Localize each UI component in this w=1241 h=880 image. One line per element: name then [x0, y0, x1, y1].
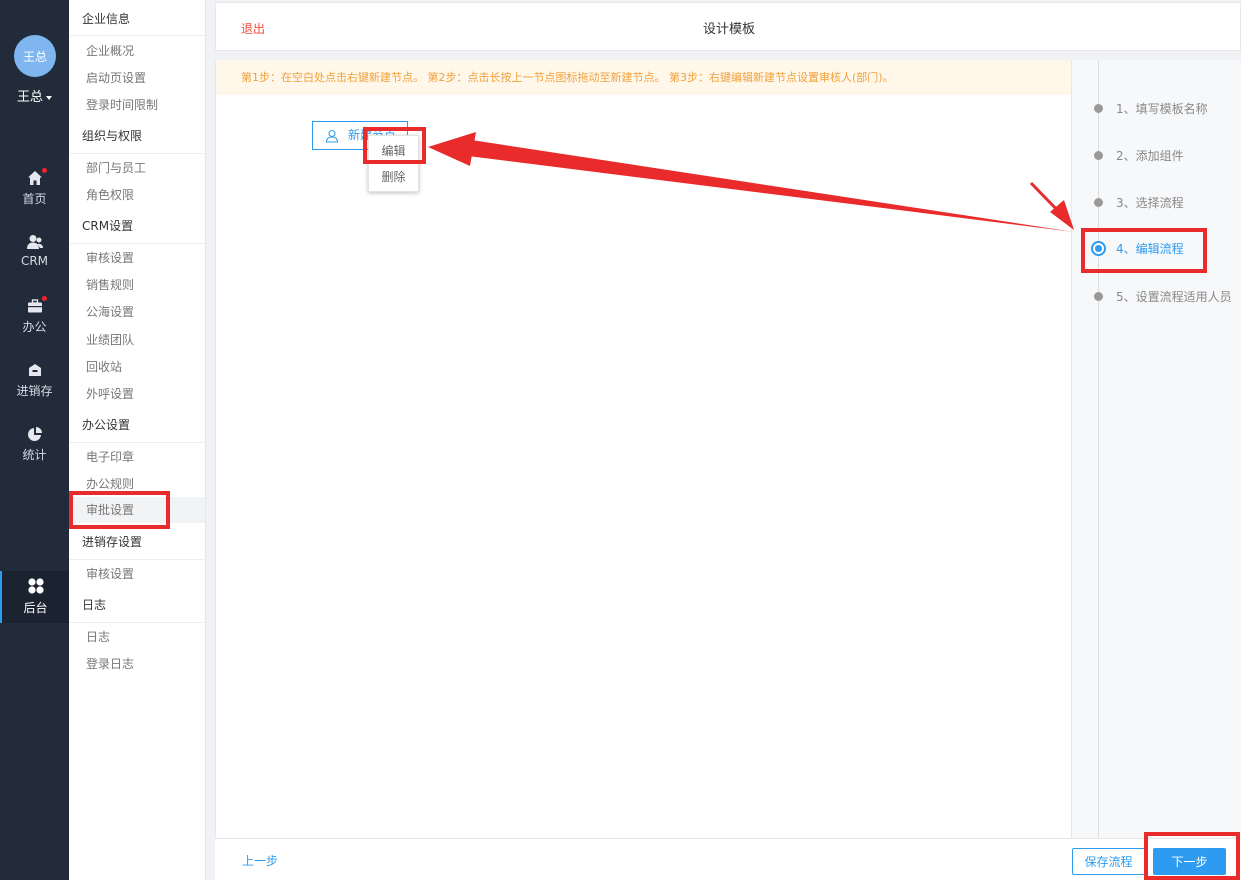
divider [69, 559, 206, 560]
avatar-text: 王总 [22, 49, 47, 64]
divider [69, 442, 206, 443]
nav-label: 办公 [22, 320, 47, 334]
highlight-next-button [1144, 832, 1240, 880]
user-name: 王总 [16, 90, 43, 105]
pie-chart-icon [0, 424, 69, 446]
nav-item-home[interactable]: 首页 [0, 168, 69, 220]
divider [69, 243, 206, 244]
save-flow-button[interactable]: 保存流程 [1072, 848, 1145, 875]
submenu-item[interactable]: 企业概况 [86, 42, 134, 59]
step-item[interactable]: 3、选择流程 [1072, 192, 1241, 212]
nav-item-admin[interactable]: 后台 [0, 571, 69, 623]
highlight-approval-settings [69, 491, 170, 529]
submenu-group-title: 进销存设置 [82, 535, 143, 549]
step-item[interactable]: 1、填写模板名称 [1072, 98, 1241, 118]
designer-header: 退出 设计模板 [215, 2, 1241, 51]
prev-step-link[interactable]: 上一步 [242, 852, 278, 869]
submenu-item[interactable]: 回收站 [86, 358, 122, 375]
submenu-item[interactable]: 登录日志 [86, 655, 134, 672]
submenu-item[interactable]: 登录时间限制 [86, 96, 158, 113]
submenu-item[interactable]: 电子印章 [86, 448, 134, 465]
step-item[interactable]: 2、添加组件 [1072, 145, 1241, 165]
main-nav: 王总 王总 首页 CRM 办公 进销存 统计 后台 [0, 0, 69, 880]
submenu-group-title: 企业信息 [82, 12, 131, 26]
steps-line [1098, 60, 1099, 838]
settings-submenu: 企业信息 企业概况 启动页设置 登录时间限制 组织与权限 部门与员工 角色权限 … [69, 0, 206, 880]
submenu-item[interactable]: 日志 [86, 628, 110, 645]
highlight-active-step [1081, 228, 1207, 273]
users-icon [0, 232, 69, 254]
submenu-group-title: 组织与权限 [82, 129, 143, 143]
nav-item-stats[interactable]: 统计 [0, 424, 69, 476]
divider [69, 35, 206, 36]
warehouse-icon [0, 360, 69, 382]
avatar[interactable]: 王总 [14, 35, 56, 77]
footer-bar: 上一步 保存流程 下一步 [215, 838, 1241, 880]
flow-canvas[interactable]: 第1步：在空白处点击右键新建节点。 第2步：点击长按上一节点图标拖动至新建节点。… [215, 60, 1072, 838]
page-title: 设计模板 [702, 22, 755, 37]
context-menu-delete[interactable]: 删除 [369, 164, 418, 190]
submenu-item[interactable]: 审核设置 [86, 565, 134, 582]
submenu-item[interactable]: 外呼设置 [86, 385, 134, 402]
divider [69, 153, 206, 154]
step-label: 3、选择流程 [1116, 196, 1184, 210]
nav-label: 统计 [22, 448, 47, 462]
step-dot [1094, 198, 1103, 207]
briefcase-icon [0, 296, 69, 318]
user-icon [325, 129, 339, 143]
step-label: 2、添加组件 [1116, 149, 1184, 163]
step-item[interactable]: 5、设置流程适用人员 [1072, 286, 1241, 306]
submenu-item[interactable]: 启动页设置 [86, 69, 146, 86]
notification-dot [42, 296, 47, 301]
submenu-group-title: CRM设置 [82, 219, 134, 233]
nav-item-office[interactable]: 办公 [0, 296, 69, 348]
nav-item-inventory[interactable]: 进销存 [0, 360, 69, 412]
nav-label: CRM [20, 254, 49, 268]
submenu-item[interactable]: 部门与员工 [86, 159, 146, 176]
submenu-item[interactable]: 业绩团队 [86, 331, 134, 348]
nav-item-crm[interactable]: CRM [0, 232, 69, 284]
nav-label: 首页 [22, 192, 47, 206]
submenu-item[interactable]: 公海设置 [86, 303, 134, 320]
submenu-item[interactable]: 办公规则 [86, 475, 134, 492]
grid-icon [2, 571, 69, 594]
nav-label: 后台 [23, 601, 48, 615]
submenu-group-title: 办公设置 [82, 418, 131, 432]
submenu-item[interactable]: 销售规则 [86, 276, 134, 293]
highlight-edit-menu [363, 127, 426, 164]
divider [69, 622, 206, 623]
steps-panel: 1、填写模板名称 2、添加组件 3、选择流程 4、编辑流程 5、设置流程适用人员 [1071, 60, 1241, 838]
submenu-group-title: 日志 [82, 598, 107, 612]
step-label: 5、设置流程适用人员 [1116, 290, 1232, 304]
step-dot [1094, 104, 1103, 113]
home-icon [0, 168, 69, 190]
notification-dot [42, 168, 47, 173]
step-dot [1094, 292, 1103, 301]
instructions-banner: 第1步：在空白处点击右键新建节点。 第2步：点击长按上一节点图标拖动至新建节点。… [216, 60, 1072, 95]
step-label: 1、填写模板名称 [1116, 102, 1208, 116]
user-menu[interactable]: 王总 [0, 86, 69, 105]
caret-down-icon [46, 95, 52, 100]
nav-label: 进销存 [16, 384, 53, 398]
submenu-item[interactable]: 审核设置 [86, 249, 134, 266]
step-dot [1094, 151, 1103, 160]
submenu-item[interactable]: 角色权限 [86, 186, 134, 203]
